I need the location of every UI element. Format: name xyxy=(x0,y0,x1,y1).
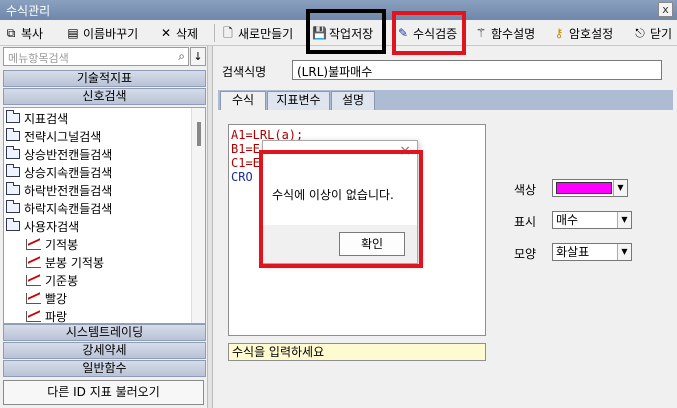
folder-icon xyxy=(6,110,20,123)
tab-description[interactable]: 설명 xyxy=(331,91,375,110)
tree-item[interactable]: 지표검색 xyxy=(6,109,68,127)
load-other-id-button[interactable]: 다른 ID 지표 불러오기 xyxy=(3,380,204,405)
formula-name-input[interactable]: (LRL)불파매수 xyxy=(292,60,662,80)
password-label: 암호설정 xyxy=(569,26,614,41)
magic-wand-icon: ⚚ xyxy=(475,26,487,40)
tree-item[interactable]: 하락반전캔들검색 xyxy=(6,181,112,199)
chart-icon xyxy=(26,256,41,268)
chevron-down-icon[interactable]: ▼ xyxy=(613,180,627,196)
close-button[interactable]: ⎋ 닫기 xyxy=(633,22,672,44)
delete-button[interactable]: ✕ 삭제 xyxy=(159,22,198,44)
tab-variables[interactable]: 지표변수 xyxy=(267,91,330,110)
folder-icon xyxy=(6,164,20,177)
password-button[interactable]: ⚷ 암호설정 xyxy=(552,22,614,44)
key-icon: ⚷ xyxy=(554,26,564,40)
name-label: 검색식명 xyxy=(222,65,267,79)
window-close-button[interactable]: x xyxy=(658,2,673,17)
scrollbar-thumb[interactable] xyxy=(197,122,201,146)
tree-item[interactable]: 전략시그널검색 xyxy=(6,127,101,145)
display-select[interactable]: 매수 ▼ xyxy=(552,211,632,229)
delete-icon: ✕ xyxy=(160,26,172,40)
category-system[interactable]: 시스템트레이딩 xyxy=(3,324,206,341)
category-signal[interactable]: 신호검색 xyxy=(3,88,206,105)
chevron-down-icon[interactable]: ▼ xyxy=(617,244,631,260)
tree-item[interactable]: 상승지속캔들검색 xyxy=(6,163,112,181)
color-label: 색상 xyxy=(514,183,537,197)
folder-icon xyxy=(6,128,20,141)
category-technical[interactable]: 기술적지표 xyxy=(3,70,206,87)
sidebar: 메뉴항목검색 ⌕ ↓ 기술적지표 신호검색 지표검색 전략시그널검색 상승반전캔… xyxy=(0,46,206,408)
shape-select[interactable]: 화살표 ▼ xyxy=(552,243,632,261)
highlight-box xyxy=(306,9,386,54)
search-placeholder: 메뉴항목검색 xyxy=(8,52,69,65)
toolbar-separator xyxy=(214,24,215,42)
tree-item[interactable]: 기준봉 xyxy=(26,271,78,289)
chevron-down-icon[interactable]: ▼ xyxy=(617,212,631,228)
formula-hint-field[interactable]: 수식을 입력하세요 xyxy=(228,343,486,361)
tree-item[interactable]: 상승반전캔들검색 xyxy=(6,145,112,163)
chart-icon xyxy=(26,310,41,322)
search-icon[interactable]: ⌕ xyxy=(178,49,185,64)
tree-item[interactable]: 파랑 xyxy=(26,307,67,323)
rename-icon: ▤ xyxy=(67,26,79,40)
new-label: 새로만들기 xyxy=(238,26,294,41)
tree-scrollbar[interactable] xyxy=(191,108,205,323)
func-help-button[interactable]: ⚚ 함수설명 xyxy=(474,22,536,44)
menu-search-input[interactable]: 메뉴항목검색 ⌕ xyxy=(3,47,189,66)
category-general[interactable]: 일반함수 xyxy=(3,360,206,377)
tab-formula[interactable]: 수식 xyxy=(220,91,266,110)
delete-label: 삭제 xyxy=(176,26,199,41)
tree-item[interactable]: 분봉 기적봉 xyxy=(26,253,104,271)
highlight-box xyxy=(259,150,423,268)
tree-item[interactable]: 빨강 xyxy=(26,289,67,307)
folder-icon xyxy=(6,218,20,231)
func-help-label: 함수설명 xyxy=(491,26,536,41)
chart-icon xyxy=(26,238,41,250)
folder-icon xyxy=(6,146,20,159)
item-tree: 지표검색 전략시그널검색 상승반전캔들검색 상승지속캔들검색 하락반전캔들검색 … xyxy=(3,107,206,324)
display-label: 표시 xyxy=(514,215,537,229)
panel-splitter[interactable] xyxy=(207,46,213,408)
rename-button[interactable]: ▤ 이름바꾸기 xyxy=(66,22,138,44)
highlight-box xyxy=(392,11,466,55)
copy-label: 복사 xyxy=(21,26,44,41)
color-swatch xyxy=(556,182,612,194)
color-picker[interactable]: ▼ xyxy=(552,179,628,197)
close-label: 닫기 xyxy=(650,26,673,41)
new-button[interactable]: 🗋 새로만들기 xyxy=(221,22,293,44)
copy-button[interactable]: ⧉ 복사 xyxy=(4,22,43,44)
tree-item[interactable]: 하락지속캔들검색 xyxy=(6,199,112,217)
window-title: 수식관리 xyxy=(6,4,51,18)
shape-label: 모양 xyxy=(514,247,537,261)
search-down-button[interactable]: ↓ xyxy=(190,47,206,66)
chart-icon xyxy=(26,274,41,286)
copy-icon: ⧉ xyxy=(6,26,16,40)
tree-item[interactable]: 기적봉 xyxy=(26,235,78,253)
chart-icon xyxy=(26,292,41,304)
new-file-icon: 🗋 xyxy=(223,26,233,40)
folder-icon xyxy=(6,182,20,195)
folder-icon xyxy=(6,200,20,213)
category-strength[interactable]: 강세약세 xyxy=(3,342,206,359)
rename-label: 이름바꾸기 xyxy=(83,26,139,41)
tree-item[interactable]: 사용자검색 xyxy=(6,217,79,235)
exit-icon: ⎋ xyxy=(635,26,645,40)
tab-bar: 수식 지표변수 설명 xyxy=(218,90,673,110)
